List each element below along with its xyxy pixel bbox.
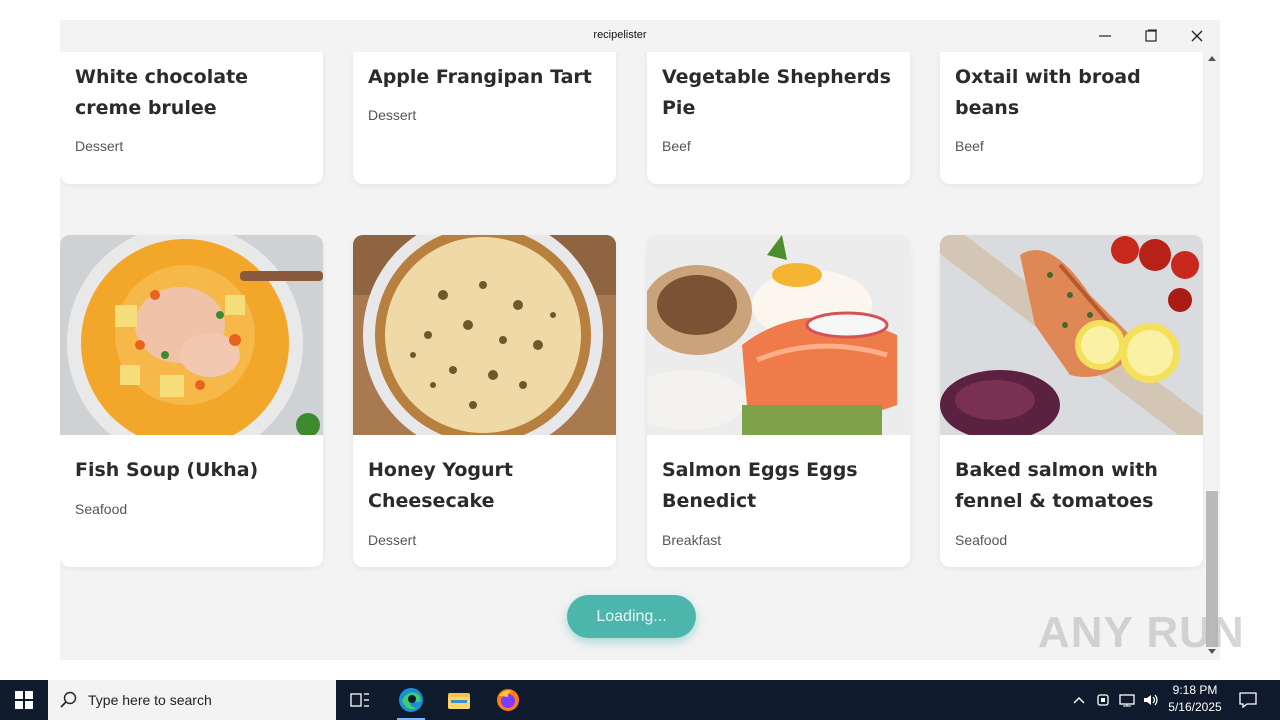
clock-date: 5/16/2025 <box>1168 700 1222 714</box>
tray-device-icon-button[interactable] <box>1092 680 1114 720</box>
recipe-title: Apple Frangipan Tart <box>368 66 592 88</box>
recipe-card[interactable]: Fish Soup (Ukha) Seafood <box>60 235 323 567</box>
taskbar-search-box[interactable]: Type here to search <box>48 680 336 720</box>
usb-device-icon <box>1097 694 1109 706</box>
notification-icon <box>1239 692 1257 708</box>
firefox-icon <box>497 689 519 711</box>
recipe-category: Seafood <box>955 532 1008 548</box>
recipe-category: Beef <box>662 138 691 154</box>
recipe-title: Fish Soup (Ukha) <box>75 459 259 481</box>
title-bar: recipelister <box>60 20 1220 52</box>
notifications-button[interactable] <box>1234 680 1262 720</box>
search-icon <box>60 691 77 708</box>
window-title: recipelister <box>593 29 647 41</box>
volume-button[interactable] <box>1140 680 1162 720</box>
anyrun-watermark: ANY RUN <box>1038 608 1245 657</box>
loading-button[interactable]: Loading... <box>567 595 696 638</box>
recipe-title: Salmon Eggs Eggs Benedict <box>662 459 858 512</box>
edge-taskbar-button[interactable] <box>387 680 435 720</box>
search-placeholder: Type here to search <box>88 692 212 708</box>
maximize-icon <box>1145 29 1157 42</box>
firefox-taskbar-button[interactable] <box>484 680 532 720</box>
clock-time: 9:18 PM <box>1172 683 1218 697</box>
minimize-button[interactable] <box>1082 20 1128 52</box>
recipe-card[interactable]: Baked salmon with fennel & tomatoes Seaf… <box>940 235 1203 567</box>
recipe-title: Honey Yogurt Cheesecake <box>368 459 514 512</box>
tray-overflow-button[interactable] <box>1068 680 1090 720</box>
file-explorer-button[interactable] <box>435 680 483 720</box>
close-button[interactable] <box>1174 20 1220 52</box>
chevron-up-icon <box>1073 697 1085 704</box>
cheesecake-image <box>353 235 616 435</box>
eggs-benedict-image <box>647 235 910 435</box>
recipe-category: Beef <box>955 138 984 154</box>
baked-salmon-image <box>940 235 1203 435</box>
edge-browser-icon <box>399 688 423 712</box>
network-icon <box>1119 694 1135 707</box>
maximize-button[interactable] <box>1128 20 1174 52</box>
recipe-title: White chocolate creme brulee <box>75 66 249 119</box>
folder-icon <box>448 693 470 709</box>
taskbar: Type here to search 9:18 PM 5/16/2025 <box>0 680 1280 720</box>
recipe-category: Seafood <box>75 501 128 517</box>
speaker-icon <box>1144 694 1158 706</box>
windows-logo-icon <box>15 691 33 709</box>
scroll-up-arrow-icon[interactable] <box>1208 56 1216 61</box>
recipe-card[interactable]: Honey Yogurt Cheesecake Dessert <box>353 235 616 567</box>
system-clock[interactable]: 9:18 PM 5/16/2025 <box>1160 682 1230 716</box>
task-view-icon <box>350 693 369 707</box>
vertical-scrollbar[interactable] <box>1204 52 1220 660</box>
recipe-category: Breakfast <box>662 532 722 548</box>
recipe-title: Vegetable Shepherds Pie <box>662 66 891 119</box>
app-window: recipelister White chocolate creme brule… <box>60 20 1220 660</box>
minimize-icon <box>1099 35 1111 37</box>
recipe-card[interactable]: Apple Frangipan Tart Dessert <box>353 52 616 184</box>
network-button[interactable] <box>1116 680 1138 720</box>
recipe-title: Oxtail with broad beans <box>955 66 1141 119</box>
recipe-card[interactable]: Vegetable Shepherds Pie Beef <box>647 52 910 184</box>
recipe-grid: White chocolate creme brulee Dessert App… <box>60 52 1204 660</box>
recipe-category: Dessert <box>368 107 417 123</box>
recipe-category: Dessert <box>75 138 124 154</box>
start-button[interactable] <box>0 680 48 720</box>
recipe-card[interactable]: Oxtail with broad beans Beef <box>940 52 1203 184</box>
fish-soup-image <box>60 235 323 435</box>
recipe-card[interactable]: White chocolate creme brulee Dessert <box>60 52 323 184</box>
recipe-title: Baked salmon with fennel & tomatoes <box>955 459 1158 512</box>
task-view-button[interactable] <box>336 680 384 720</box>
recipe-card[interactable]: Salmon Eggs Eggs Benedict Breakfast <box>647 235 910 567</box>
recipe-category: Dessert <box>368 532 417 548</box>
close-icon <box>1191 30 1203 42</box>
